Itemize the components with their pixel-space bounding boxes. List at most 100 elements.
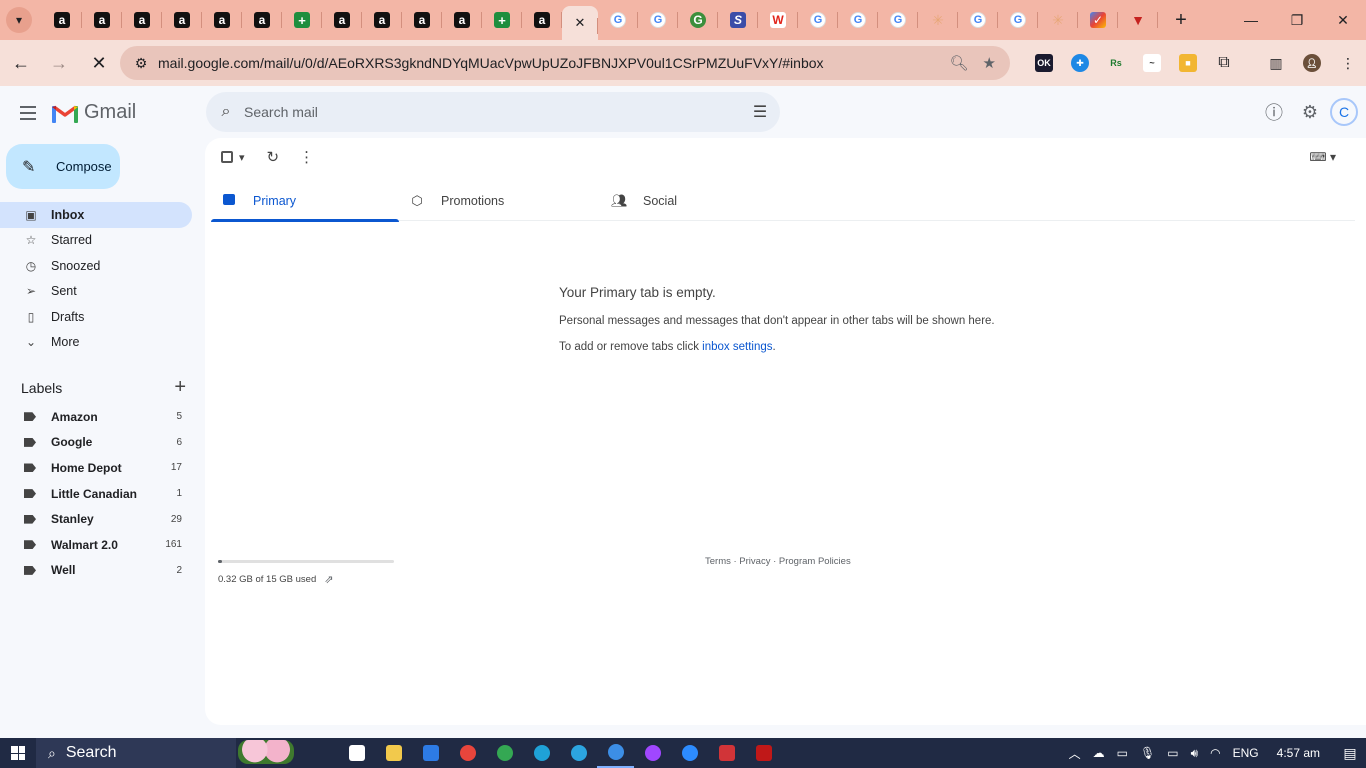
browser-tab[interactable]: a (202, 0, 242, 40)
browser-tab[interactable]: + (482, 0, 522, 40)
extension-logo-icon[interactable]: ~ (1134, 46, 1170, 80)
microphone-icon[interactable]: 🎙︎ (1140, 746, 1155, 760)
notifications-icon[interactable]: ▤ (1334, 738, 1366, 768)
bookmark-star-icon[interactable]: ★ (983, 54, 996, 72)
browser-tab[interactable]: a (162, 0, 202, 40)
taskbar-app-zoom[interactable] (671, 738, 708, 768)
cloud-icon[interactable]: ☁ (1093, 746, 1105, 760)
browser-tab[interactable]: a (522, 0, 562, 40)
extensions-puzzle-icon[interactable]: ⧉ (1206, 46, 1242, 80)
main-menu-icon[interactable] (14, 99, 42, 127)
language-indicator[interactable]: ENG (1233, 746, 1259, 760)
settings-gear-icon[interactable]: ⚙ (1292, 95, 1328, 129)
label-item[interactable]: Google 6 (0, 430, 192, 456)
browser-tab[interactable]: a (322, 0, 362, 40)
gmail-logo[interactable]: Gmail (52, 101, 136, 124)
clock[interactable]: 4:57 am (1277, 746, 1320, 760)
taskbar-app-chrome[interactable] (449, 738, 486, 768)
taskbar-app-file-explorer[interactable] (375, 738, 412, 768)
label-item[interactable]: Amazon 5 (0, 404, 192, 430)
address-bar[interactable]: ⚙ mail.google.com/mail/u/0/d/AEoRXRS3gkn… (120, 46, 1010, 80)
volume-icon[interactable]: 🔊︎ (1191, 746, 1199, 761)
nav-item-drafts[interactable]: ▯ Drafts (0, 304, 192, 330)
browser-tab[interactable]: a (122, 0, 162, 40)
tab-search-button[interactable]: ▾ (6, 7, 32, 33)
extension-rs-icon[interactable]: Rs (1098, 46, 1134, 80)
label-item[interactable]: Well 2 (0, 558, 192, 584)
browser-tab[interactable]: a (242, 0, 282, 40)
taskbar-widget-image[interactable] (238, 740, 294, 764)
input-tools-keyboard-icon[interactable]: ⌨ ▾ (1309, 150, 1336, 164)
browser-tab[interactable]: G (638, 0, 678, 40)
more-actions-icon[interactable]: ⋮ (299, 148, 314, 166)
site-info-icon[interactable]: ⚙ (126, 55, 156, 72)
nav-item-more[interactable]: ⌄ More (0, 330, 192, 356)
battery-icon[interactable]: ▭ (1167, 746, 1178, 760)
browser-tab[interactable]: G (678, 0, 718, 40)
select-dropdown-icon[interactable]: ▾ (239, 151, 245, 164)
taskbar-app-app-red[interactable] (708, 738, 745, 768)
close-tab-icon[interactable]: ✕ (575, 15, 586, 31)
browser-tab[interactable]: ✓ (1078, 0, 1118, 40)
create-label-plus-icon[interactable]: + (174, 376, 186, 399)
extension-yellow-icon[interactable]: ■ (1170, 46, 1206, 80)
browser-tab[interactable]: G (838, 0, 878, 40)
taskbar-app-chrome-active[interactable] (597, 738, 634, 768)
stop-loading-button[interactable]: ✕ (82, 46, 116, 80)
tab-social[interactable]: 👥︎ Social (601, 180, 789, 221)
browser-menu-icon[interactable]: ⋮ (1330, 46, 1366, 80)
browser-tab[interactable]: + (282, 0, 322, 40)
select-all-checkbox[interactable] (221, 151, 233, 163)
label-item[interactable]: Home Depot 17 (0, 455, 192, 481)
taskbar-app-telegram[interactable] (560, 738, 597, 768)
browser-tab[interactable]: S (718, 0, 758, 40)
compose-button[interactable]: ✎ Compose (6, 144, 120, 189)
side-panel-icon[interactable]: ▥ (1258, 46, 1294, 80)
browser-tab[interactable]: a (402, 0, 442, 40)
tab-primary[interactable]: Primary (211, 180, 399, 222)
nav-item-starred[interactable]: ☆ Starred (0, 228, 192, 254)
taskbar-app-edge[interactable] (523, 738, 560, 768)
start-button[interactable] (0, 738, 36, 768)
close-window-button[interactable]: ✕ (1320, 0, 1366, 40)
search-icon[interactable]: ⌕ (208, 103, 244, 121)
browser-tab[interactable]: G (598, 0, 638, 40)
browser-tab[interactable]: ✳ (918, 0, 958, 40)
search-input[interactable] (244, 104, 740, 120)
device-icon[interactable]: ▭ (1117, 746, 1128, 760)
nav-item-snoozed[interactable]: ◷ Snoozed (0, 253, 192, 279)
browser-tab[interactable]: ✳ (1038, 0, 1078, 40)
label-item[interactable]: Walmart 2.0 161 (0, 532, 192, 558)
minimize-button[interactable]: — (1228, 0, 1274, 40)
help-icon[interactable]: ⓘ (1256, 95, 1292, 129)
chevron-up-icon[interactable]: ︿ (1069, 745, 1081, 762)
label-item[interactable]: Little Canadian 1 (0, 481, 192, 507)
refresh-icon[interactable]: ↻ (267, 148, 280, 166)
browser-tab[interactable]: W (758, 0, 798, 40)
extension-ok-icon[interactable]: OK (1026, 46, 1062, 80)
browser-tab[interactable]: a (82, 0, 122, 40)
profile-avatar-icon[interactable]: 👤︎ (1294, 46, 1330, 80)
active-tab[interactable]: ✕ (562, 6, 598, 40)
open-storage-icon[interactable]: ⇗ (324, 573, 333, 586)
taskbar-search[interactable]: ⌕ Search (36, 738, 236, 768)
tab-promotions[interactable]: ⬡ Promotions (399, 180, 601, 221)
nav-item-inbox[interactable]: ▣ Inbox (0, 202, 192, 228)
footer-links[interactable]: Terms · Privacy · Program Policies (705, 556, 851, 567)
url-text[interactable]: mail.google.com/mail/u/0/d/AEoRXRS3gkndN… (158, 55, 950, 71)
back-button[interactable]: ← (4, 46, 38, 80)
browser-tab[interactable]: G (998, 0, 1038, 40)
new-tab-button[interactable]: + (1166, 5, 1196, 35)
browser-tab[interactable]: a (442, 0, 482, 40)
restore-button[interactable]: ❐ (1274, 0, 1320, 40)
zoom-icon[interactable]: 🔍︎ (950, 54, 969, 72)
inbox-settings-link[interactable]: inbox settings (702, 341, 772, 353)
browser-tab[interactable]: G (958, 0, 998, 40)
browser-tab[interactable]: G (798, 0, 838, 40)
taskbar-app-task-view[interactable] (338, 738, 375, 768)
browser-tab[interactable]: G (878, 0, 918, 40)
browser-tab[interactable]: ▼ (1118, 0, 1158, 40)
wifi-icon[interactable]: ◠ (1210, 746, 1220, 760)
browser-tab[interactable]: a (42, 0, 82, 40)
forward-button[interactable]: → (42, 46, 76, 80)
